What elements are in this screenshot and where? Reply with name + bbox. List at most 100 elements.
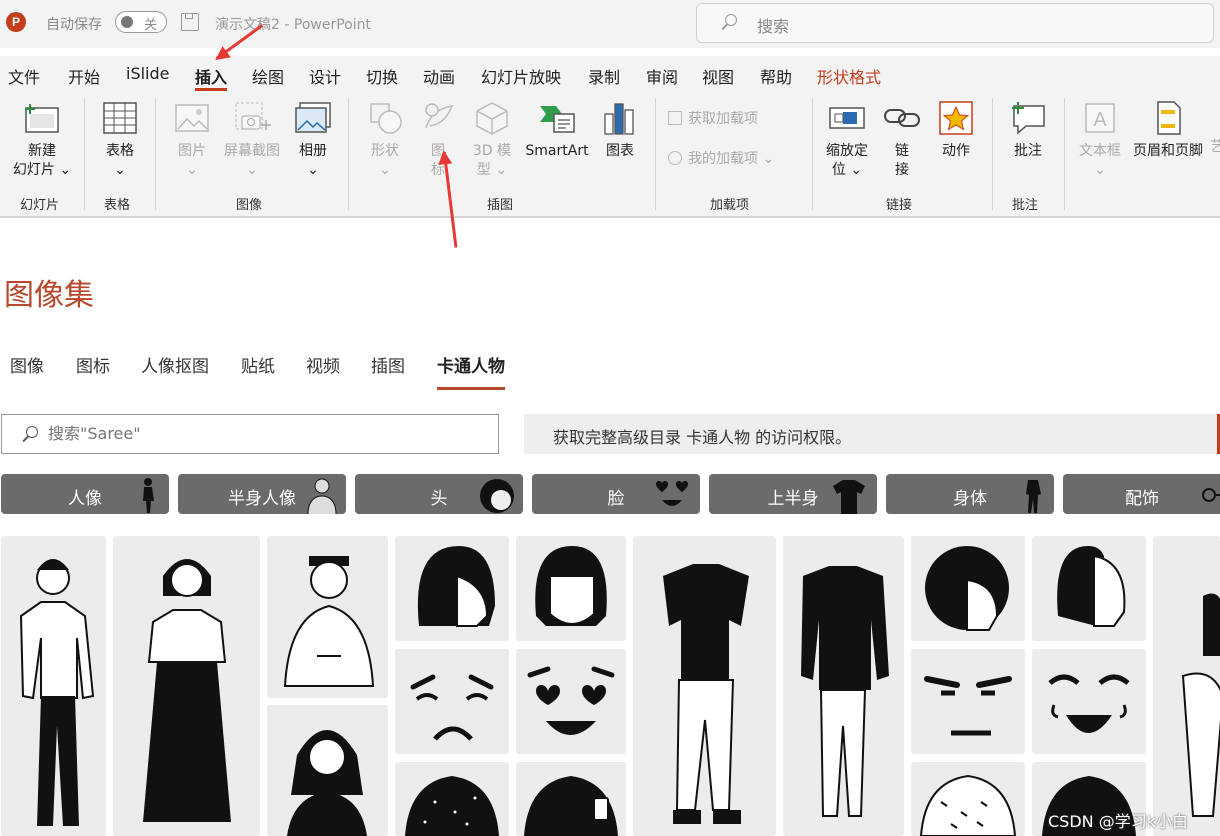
- title-bar: P 自动保存 关 演示文稿2 - PowerPoint 搜索: [0, 0, 1220, 48]
- new-slide-icon: [25, 104, 59, 133]
- walking-body-icon: [1026, 480, 1041, 513]
- shapes-button[interactable]: 形状 ⌄: [360, 100, 410, 180]
- tab-review[interactable]: 审阅: [646, 64, 678, 88]
- chart-icon: [604, 103, 634, 135]
- tab-images[interactable]: 图像: [10, 352, 44, 377]
- cartoon-woman-skirt[interactable]: [113, 536, 260, 836]
- search-icon: [725, 14, 737, 26]
- pane-search-box[interactable]: [1, 414, 499, 454]
- category-head[interactable]: 头: [355, 474, 523, 514]
- tab-record[interactable]: 录制: [588, 64, 620, 88]
- tab-transitions[interactable]: 切换: [366, 64, 398, 88]
- ribbon-insert: 新建 幻灯片 ⌄ 表格 ⌄ 图片 ⌄ 屏幕截图 ⌄ 相册 ⌄ 形状 ⌄ 图 标 …: [0, 92, 1220, 218]
- cartoon-man-full-body[interactable]: [1, 536, 106, 836]
- phone-sweater-image: [524, 776, 618, 836]
- category-half-body[interactable]: 半身人像: [178, 474, 346, 514]
- tab-shape-format[interactable]: 形状格式: [817, 64, 881, 88]
- tab-file[interactable]: 文件: [8, 64, 40, 88]
- group-label-comments: 批注: [1012, 198, 1039, 213]
- cartoon-partial-figure[interactable]: [1153, 536, 1220, 836]
- smartart-button[interactable]: SmartArt: [522, 100, 592, 161]
- tab-view[interactable]: 视图: [702, 64, 734, 88]
- cartoon-phone-sweater[interactable]: [516, 762, 626, 836]
- category-face[interactable]: 脸: [532, 474, 700, 514]
- category-portrait[interactable]: 人像: [1, 474, 169, 514]
- cartoon-hoodie-man[interactable]: [267, 536, 388, 698]
- picture-button[interactable]: 图片 ⌄: [166, 100, 218, 180]
- tab-cutout-people[interactable]: 人像抠图: [141, 352, 209, 377]
- smartart-label: SmartArt: [525, 143, 589, 159]
- tab-design[interactable]: 设计: [309, 64, 341, 88]
- zoom-button[interactable]: 缩放定 位 ⌄: [820, 100, 874, 180]
- bangs-hair-head-image: [535, 546, 607, 626]
- tab-illustrations[interactable]: 插图: [371, 352, 405, 377]
- group-label-links: 链接: [886, 198, 913, 213]
- global-search-placeholder: 搜索: [757, 17, 790, 36]
- tab-animations[interactable]: 动画: [423, 64, 455, 88]
- autosave-toggle[interactable]: 关: [115, 11, 167, 33]
- tab-cartoon-people[interactable]: 卡通人物: [437, 352, 505, 390]
- art-text-button-clipped[interactable]: 艺: [1210, 138, 1220, 157]
- group-divider: [992, 98, 993, 210]
- link-button[interactable]: 链 接: [880, 100, 924, 180]
- textbox-button[interactable]: A 文本框 ⌄: [1074, 100, 1126, 180]
- tab-slideshow[interactable]: 幻灯片放映: [481, 64, 561, 88]
- cartoon-walking-body[interactable]: [633, 536, 776, 836]
- table-button[interactable]: 表格 ⌄: [96, 100, 144, 180]
- 3d-models-button[interactable]: 3D 模 型 ⌄: [466, 100, 518, 180]
- tshirt-torso-icon: [833, 480, 865, 514]
- cartoon-head-afro[interactable]: [911, 536, 1025, 641]
- get-addins-button[interactable]: 获取加载项: [668, 110, 788, 129]
- screenshot-button[interactable]: 屏幕截图 ⌄: [220, 100, 284, 180]
- shirt-body-image: [801, 566, 889, 817]
- tab-draw[interactable]: 绘图: [252, 64, 284, 88]
- svg-text:A: A: [1093, 109, 1107, 131]
- addins-grid-icon: [668, 111, 682, 125]
- cartoon-face-worried[interactable]: [395, 649, 509, 754]
- my-addins-button[interactable]: 我的加载项 ⌄: [668, 150, 798, 169]
- table-icon: [103, 102, 137, 134]
- category-upper-body[interactable]: 上半身: [709, 474, 877, 514]
- table-label: 表格: [106, 143, 134, 159]
- album-button[interactable]: 相册 ⌄: [290, 100, 336, 180]
- autosave-label: 自动保存: [46, 17, 102, 33]
- cartoon-shirt-body[interactable]: [783, 536, 904, 836]
- cartoon-face-heart-eyes[interactable]: [516, 649, 626, 754]
- star-action-icon: [939, 101, 973, 135]
- worried-face-image: [410, 674, 494, 741]
- get-addins-label: 获取加载项: [688, 111, 758, 127]
- comment-button[interactable]: 批注: [1004, 100, 1052, 161]
- partial-figure-image: [1181, 593, 1220, 817]
- group-divider: [84, 98, 85, 210]
- cartoon-head-bob[interactable]: [395, 536, 509, 641]
- tab-insert[interactable]: 插入: [195, 64, 228, 91]
- global-search-box[interactable]: 搜索: [696, 3, 1214, 43]
- pane-search-input[interactable]: [46, 423, 470, 444]
- tab-home[interactable]: 开始: [68, 64, 100, 88]
- tab-help[interactable]: 帮助: [760, 64, 792, 88]
- new-slide-button[interactable]: 新建 幻灯片 ⌄: [8, 100, 76, 180]
- cartoon-face-laugh-cry[interactable]: [1032, 649, 1146, 754]
- cartoon-face-smirk[interactable]: [911, 649, 1025, 754]
- tab-islide[interactable]: iSlide: [126, 64, 170, 83]
- chart-button[interactable]: 图表: [598, 100, 642, 161]
- curly-woman-image: [287, 730, 367, 836]
- laugh-cry-face-image: [1048, 674, 1130, 733]
- new-slide-label-1: 新建: [28, 143, 56, 159]
- cartoon-patterned-shirt[interactable]: [911, 762, 1025, 836]
- cartoon-dotted-sweater[interactable]: [395, 762, 509, 836]
- cartoon-head-ponytail[interactable]: [1032, 536, 1146, 641]
- album-label: 相册: [299, 143, 327, 159]
- action-button[interactable]: 动作: [934, 100, 978, 161]
- tab-videos[interactable]: 视频: [306, 352, 340, 377]
- category-body[interactable]: 身体: [886, 474, 1054, 514]
- cartoon-curly-woman[interactable]: [267, 705, 388, 836]
- category-accessories[interactable]: 配饰: [1063, 474, 1220, 514]
- tab-icons[interactable]: 图标: [76, 352, 110, 377]
- tab-stickers[interactable]: 贴纸: [241, 352, 275, 377]
- cartoon-head-bangs[interactable]: [516, 536, 626, 641]
- icons-button[interactable]: 图 标: [416, 100, 460, 180]
- category-label: 配饰: [1125, 489, 1159, 509]
- save-icon[interactable]: [181, 13, 199, 31]
- header-footer-button[interactable]: 页眉和页脚: [1128, 100, 1208, 161]
